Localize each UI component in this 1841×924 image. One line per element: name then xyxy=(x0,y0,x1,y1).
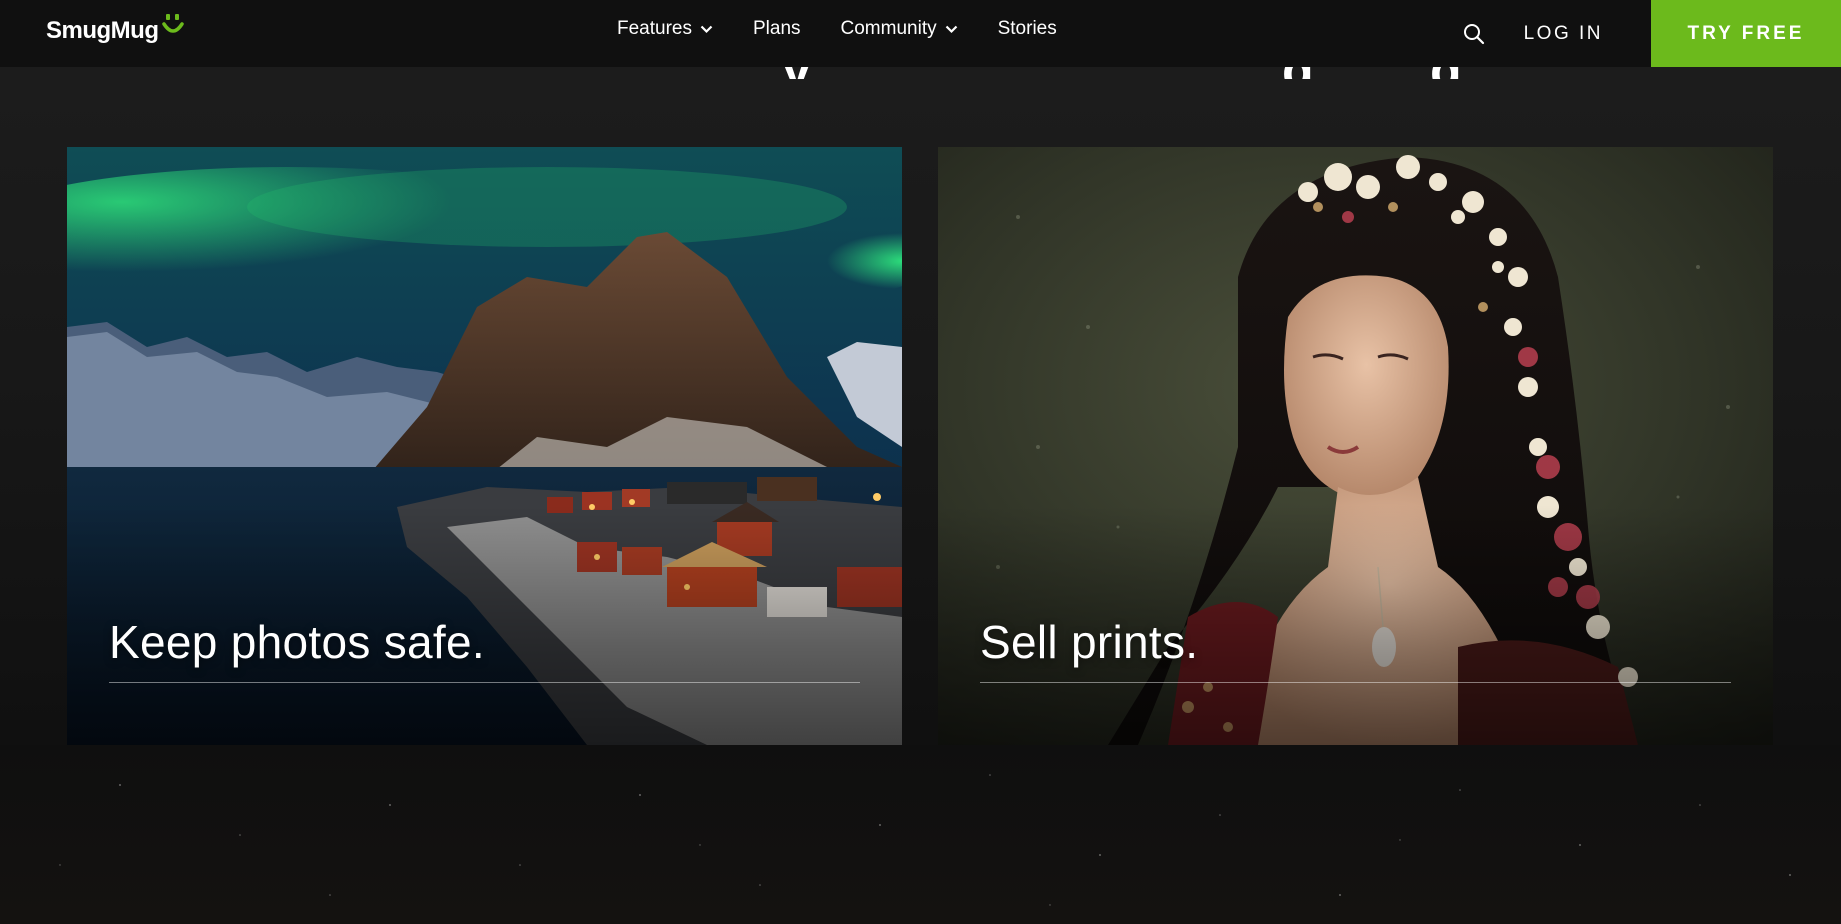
nav-actions: LOG IN TRY FREE xyxy=(1460,0,1841,67)
chevron-down-icon xyxy=(700,18,713,40)
nav-item-label: Stories xyxy=(997,18,1057,39)
search-icon xyxy=(1463,23,1484,44)
card-divider xyxy=(109,682,860,683)
card-divider xyxy=(980,682,1731,683)
feature-card-keep-safe[interactable]: Keep photos safe. xyxy=(67,147,902,745)
nav-item-plans[interactable]: Plans xyxy=(753,18,801,40)
try-free-button[interactable]: TRY FREE xyxy=(1651,0,1841,67)
nav-item-label: Features xyxy=(617,18,692,39)
search-button[interactable] xyxy=(1460,20,1488,48)
main-nav: Features Plans Community Stories xyxy=(617,0,1097,58)
smile-icon xyxy=(161,12,185,45)
nav-item-stories[interactable]: Stories xyxy=(998,18,1057,40)
chevron-down-icon xyxy=(945,18,958,40)
card-title: Sell prints. xyxy=(980,616,1199,668)
nav-item-community[interactable]: Community xyxy=(841,18,958,40)
login-link[interactable]: LOG IN xyxy=(1524,23,1603,45)
top-navbar: SmugMug Features Plans Community Stories… xyxy=(0,0,1841,67)
starfield-background xyxy=(0,745,1841,924)
logo-wordmark: SmugMug xyxy=(46,17,159,44)
smugmug-logo[interactable]: SmugMug xyxy=(46,12,185,48)
nav-item-label: Plans xyxy=(752,18,801,39)
section-heading-clipped: y g g xyxy=(0,67,1841,79)
feature-card-sell-prints[interactable]: Sell prints. xyxy=(938,147,1773,745)
card-title: Keep photos safe. xyxy=(109,616,485,668)
nav-item-label: Community xyxy=(840,18,937,39)
nav-item-features[interactable]: Features xyxy=(617,18,713,40)
page: SmugMug Features Plans Community Stories… xyxy=(0,0,1841,924)
